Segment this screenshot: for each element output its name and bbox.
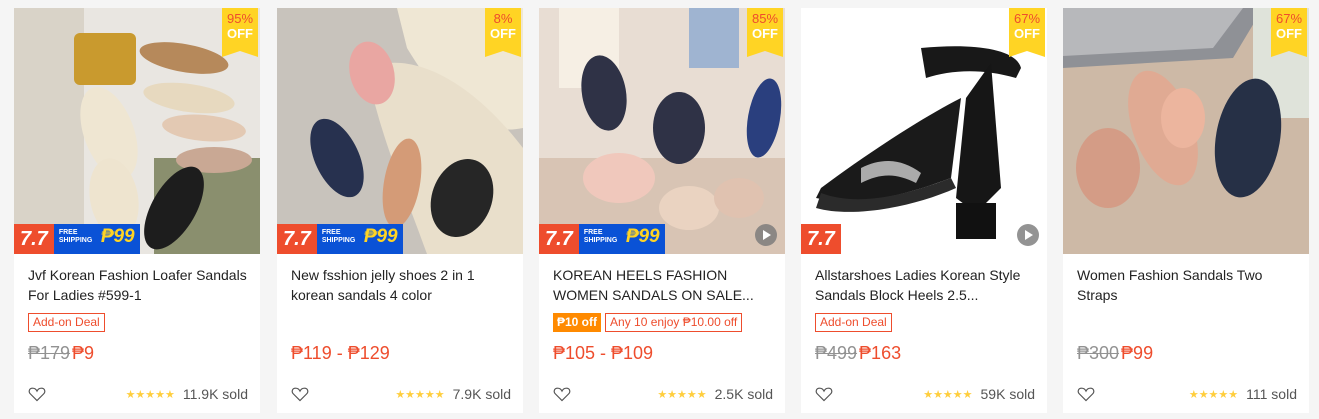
product-price: ₱179 ₱9: [28, 343, 94, 364]
product-card[interactable]: 95% OFF 7.7 FREE SHIPPING ₱99 Jvf Korean …: [14, 8, 260, 413]
play-icon[interactable]: [1017, 224, 1039, 246]
heart-outline-icon[interactable]: [553, 386, 571, 402]
shipping-label: SHIPPING: [321, 237, 356, 244]
product-card[interactable]: 85% OFF 7.7 FREE SHIPPING ₱99 KOREAN HEEL…: [539, 8, 785, 413]
sold-count: 59K sold: [980, 386, 1035, 402]
discount-badge: 67% OFF: [1271, 8, 1307, 57]
sale-price: ₱9: [72, 343, 95, 363]
add-on-deal-tag: Add-on Deal: [815, 313, 892, 332]
free-label: FREE: [58, 229, 78, 236]
product-image[interactable]: 8% OFF 7.7 FREE SHIPPING ₱99: [277, 8, 523, 254]
product-title[interactable]: Jvf Korean Fashion Loafer Sandals For La…: [28, 265, 250, 305]
rating-stars: ★★★★★: [657, 388, 707, 401]
product-image[interactable]: 67% OFF 7.7: [801, 8, 1047, 254]
product-title[interactable]: Women Fashion Sandals Two Straps: [1077, 265, 1299, 305]
shipping-label: SHIPPING: [58, 237, 93, 244]
product-price: ₱499 ₱163: [815, 343, 901, 364]
discount-off-label: OFF: [1276, 26, 1302, 41]
rating-stars: ★★★★★: [923, 388, 973, 401]
bundle-deal-tag: Any 10 enjoy ₱10.00 off: [605, 313, 743, 332]
promo-sale-label: 7.7: [539, 224, 579, 254]
promo-sale-label: 7.7: [14, 224, 54, 254]
free-label: FREE: [321, 229, 341, 236]
free-shipping-badge: FREE SHIPPING ₱99: [316, 224, 403, 254]
promo-sale-label: 7.7: [801, 224, 841, 254]
shipping-label: SHIPPING: [583, 237, 618, 244]
play-icon[interactable]: [755, 224, 777, 246]
product-footer: ★★★★★ 7.9K sold: [291, 384, 511, 404]
free-label: FREE: [583, 229, 603, 236]
product-price: ₱300 ₱99: [1077, 343, 1153, 364]
product-title[interactable]: Allstarshoes Ladies Korean Style Sandals…: [815, 265, 1037, 305]
original-price: ₱499: [815, 343, 858, 363]
promo-banner: 7.7: [801, 224, 841, 254]
product-tags: Add-on Deal: [815, 313, 892, 332]
promo-banner: 7.7 FREE SHIPPING ₱99: [14, 224, 140, 254]
product-title[interactable]: KOREAN HEELS FASHION WOMEN SANDALS ON SA…: [553, 265, 775, 305]
product-footer: ★★★★★ 11.9K sold: [28, 384, 248, 404]
discount-off-label: OFF: [1014, 26, 1040, 41]
promo-banner: 7.7 FREE SHIPPING ₱99: [539, 224, 665, 254]
product-image[interactable]: 85% OFF 7.7 FREE SHIPPING ₱99: [539, 8, 785, 254]
heart-outline-icon[interactable]: [28, 386, 46, 402]
free-shipping-badge: FREE SHIPPING ₱99: [53, 224, 140, 254]
product-footer: ★★★★★ 2.5K sold: [553, 384, 773, 404]
discount-voucher-tag: ₱10 off: [553, 313, 602, 332]
free-shipping-badge: FREE SHIPPING ₱99: [578, 224, 665, 254]
product-footer: ★★★★★ 111 sold: [1077, 384, 1297, 404]
sold-count: 2.5K sold: [714, 386, 773, 402]
shipping-amount: ₱99: [363, 226, 398, 247]
shipping-amount: ₱99: [100, 226, 135, 247]
sold-count: 7.9K sold: [452, 386, 511, 402]
discount-badge: 85% OFF: [747, 8, 783, 57]
product-image[interactable]: 95% OFF 7.7 FREE SHIPPING ₱99: [14, 8, 260, 254]
promo-banner: 7.7 FREE SHIPPING ₱99: [277, 224, 403, 254]
product-tags: ₱10 off Any 10 enjoy ₱10.00 off: [553, 313, 743, 332]
sale-price: ₱163: [859, 343, 902, 363]
product-footer: ★★★★★ 59K sold: [815, 384, 1035, 404]
product-card[interactable]: 8% OFF 7.7 FREE SHIPPING ₱99 New fsshion …: [277, 8, 523, 413]
sale-price: ₱105 - ₱109: [553, 343, 654, 363]
original-price: ₱179: [28, 343, 71, 363]
sale-price: ₱99: [1121, 343, 1154, 363]
sold-count: 111 sold: [1246, 386, 1297, 402]
rating-stars: ★★★★★: [125, 388, 175, 401]
product-tags: Add-on Deal: [28, 313, 105, 332]
discount-badge: 67% OFF: [1009, 8, 1045, 57]
product-image[interactable]: 67% OFF: [1063, 8, 1309, 254]
discount-badge: 8% OFF: [485, 8, 521, 57]
heart-outline-icon[interactable]: [1077, 386, 1095, 402]
discount-off-label: OFF: [752, 26, 778, 41]
discount-percent: 8%: [493, 11, 513, 26]
original-price: ₱300: [1077, 343, 1120, 363]
discount-percent: 85%: [751, 11, 779, 26]
heart-outline-icon[interactable]: [815, 386, 833, 402]
discount-off-label: OFF: [227, 26, 253, 41]
product-card[interactable]: 67% OFF Women Fashion Sandals Two Straps…: [1063, 8, 1309, 413]
add-on-deal-tag: Add-on Deal: [28, 313, 105, 332]
heart-outline-icon[interactable]: [291, 386, 309, 402]
product-price: ₱119 - ₱129: [291, 343, 390, 364]
product-grid: 95% OFF 7.7 FREE SHIPPING ₱99 Jvf Korean …: [0, 0, 1319, 419]
rating-stars: ★★★★★: [395, 388, 445, 401]
discount-badge: 95% OFF: [222, 8, 258, 57]
discount-percent: 67%: [1013, 11, 1041, 26]
discount-percent: 67%: [1275, 11, 1303, 26]
shipping-amount: ₱99: [625, 226, 660, 247]
sold-count: 11.9K sold: [182, 386, 248, 402]
promo-sale-label: 7.7: [277, 224, 317, 254]
sale-price: ₱119 - ₱129: [291, 343, 390, 363]
product-title[interactable]: New fsshion jelly shoes 2 in 1 korean sa…: [291, 265, 513, 305]
discount-off-label: OFF: [490, 26, 516, 41]
rating-stars: ★★★★★: [1188, 388, 1239, 401]
product-card[interactable]: 67% OFF 7.7 Allstarshoes Ladies Korean S…: [801, 8, 1047, 413]
discount-percent: 95%: [226, 11, 254, 26]
product-price: ₱105 - ₱109: [553, 343, 653, 364]
